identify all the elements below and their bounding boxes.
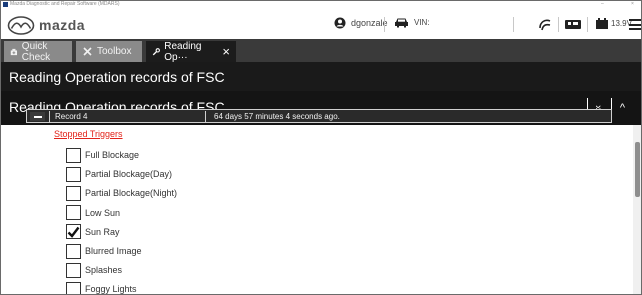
vin-label: VIN: bbox=[414, 18, 430, 27]
divider bbox=[513, 17, 514, 32]
app-window: Mazda Diagnostic and Repair Software (MD… bbox=[0, 0, 642, 295]
mazda-emblem-icon bbox=[7, 15, 35, 35]
connection-icon[interactable] bbox=[537, 16, 553, 32]
page-title-bar: Reading Operation records of FSC bbox=[1, 62, 641, 91]
close-tab-icon[interactable]: × bbox=[222, 45, 230, 58]
minimize-button[interactable]: – bbox=[601, 1, 604, 8]
trigger-label: Low Sun bbox=[85, 207, 121, 218]
page-title: Reading Operation records of FSC bbox=[9, 69, 225, 85]
trigger-checkbox[interactable] bbox=[66, 262, 81, 278]
app-icon bbox=[3, 2, 8, 7]
trigger-checkbox[interactable] bbox=[66, 243, 81, 259]
tab-label: Quick Check bbox=[21, 40, 51, 63]
stopped-triggers-heading[interactable]: Stopped Triggers bbox=[54, 129, 123, 139]
trigger-checkbox[interactable] bbox=[66, 147, 81, 163]
tools-icon bbox=[83, 47, 92, 56]
tab-quick-check[interactable]: Quick Check bbox=[4, 40, 72, 63]
trigger-item[interactable]: Sun Ray bbox=[66, 224, 120, 240]
tab-reading-operation[interactable]: Reading Op··· × bbox=[146, 40, 236, 63]
trigger-item[interactable]: Partial Blockage(Night) bbox=[66, 185, 177, 201]
trigger-label: Foggy Lights bbox=[85, 284, 137, 295]
trigger-checkbox[interactable] bbox=[66, 281, 81, 294]
trigger-item[interactable]: Partial Blockage(Day) bbox=[66, 166, 172, 182]
trigger-item[interactable]: Blurred Image bbox=[66, 243, 142, 259]
divider bbox=[384, 17, 385, 32]
trigger-label: Partial Blockage(Night) bbox=[85, 188, 178, 199]
divider bbox=[558, 17, 559, 32]
logo-text: mazda bbox=[39, 17, 86, 33]
divider bbox=[587, 17, 588, 32]
trigger-checkbox[interactable] bbox=[66, 166, 81, 182]
tab-label: Reading Op··· bbox=[164, 40, 202, 63]
tab-toolbox[interactable]: Toolbox bbox=[76, 41, 142, 62]
trigger-item[interactable]: Low Sun bbox=[66, 205, 120, 221]
scrollbar[interactable] bbox=[633, 125, 641, 294]
os-app-name: Mazda Diagnostic and Repair Software (MD… bbox=[10, 1, 120, 7]
trigger-label: Partial Blockage(Day) bbox=[85, 169, 173, 180]
user-info[interactable]: dgonzale bbox=[334, 17, 388, 29]
trigger-checkbox[interactable] bbox=[66, 224, 81, 240]
checkmark-icon bbox=[67, 226, 80, 238]
trigger-item[interactable]: Foggy Lights bbox=[66, 281, 137, 295]
trigger-item[interactable]: Full Blockage bbox=[66, 147, 139, 163]
os-title-bar: Mazda Diagnostic and Repair Software (MD… bbox=[1, 1, 641, 9]
app-header: mazda dgonzale VIN: 13.9V bbox=[1, 10, 641, 39]
wrench-icon bbox=[152, 47, 160, 55]
record-row[interactable]: Record 4 64 days 57 minutes 4 seconds ag… bbox=[26, 109, 612, 123]
chevron-up-icon: ^ bbox=[619, 102, 626, 114]
trigger-item[interactable]: Splashes bbox=[66, 262, 122, 278]
minus-icon bbox=[33, 115, 42, 118]
collapse-record-button[interactable] bbox=[30, 112, 45, 121]
trigger-label: Full Blockage bbox=[85, 150, 140, 160]
vci-icon[interactable] bbox=[564, 18, 582, 30]
trigger-label: Blurred Image bbox=[85, 246, 142, 256]
trigger-checkbox[interactable] bbox=[66, 185, 81, 201]
record-label: Record 4 bbox=[49, 111, 87, 122]
close-window-button[interactable]: × bbox=[631, 1, 634, 8]
user-icon bbox=[334, 17, 346, 29]
triggers-panel: Stopped Triggers Full Blockage Partial Bl… bbox=[1, 125, 633, 295]
username: dgonzale bbox=[351, 18, 388, 28]
trigger-label: Splashes bbox=[85, 265, 123, 276]
scrollbar-thumb[interactable] bbox=[635, 142, 640, 197]
record-time-ago: 64 days 57 minutes 4 seconds ago. bbox=[205, 111, 340, 122]
trigger-checkbox[interactable] bbox=[66, 205, 81, 221]
trigger-label: Sun Ray bbox=[85, 226, 120, 237]
expand-button[interactable]: ^ bbox=[611, 98, 633, 118]
tab-label: Toolbox bbox=[97, 46, 132, 57]
menu-icon[interactable] bbox=[629, 19, 641, 30]
vin-info: VIN: bbox=[394, 17, 430, 28]
mazda-logo: mazda bbox=[7, 15, 85, 35]
car-icon bbox=[395, 18, 408, 28]
tab-bar: Quick Check Toolbox Reading Op··· × bbox=[1, 39, 641, 63]
car-medical-icon bbox=[10, 48, 18, 55]
battery-icon bbox=[596, 18, 608, 29]
